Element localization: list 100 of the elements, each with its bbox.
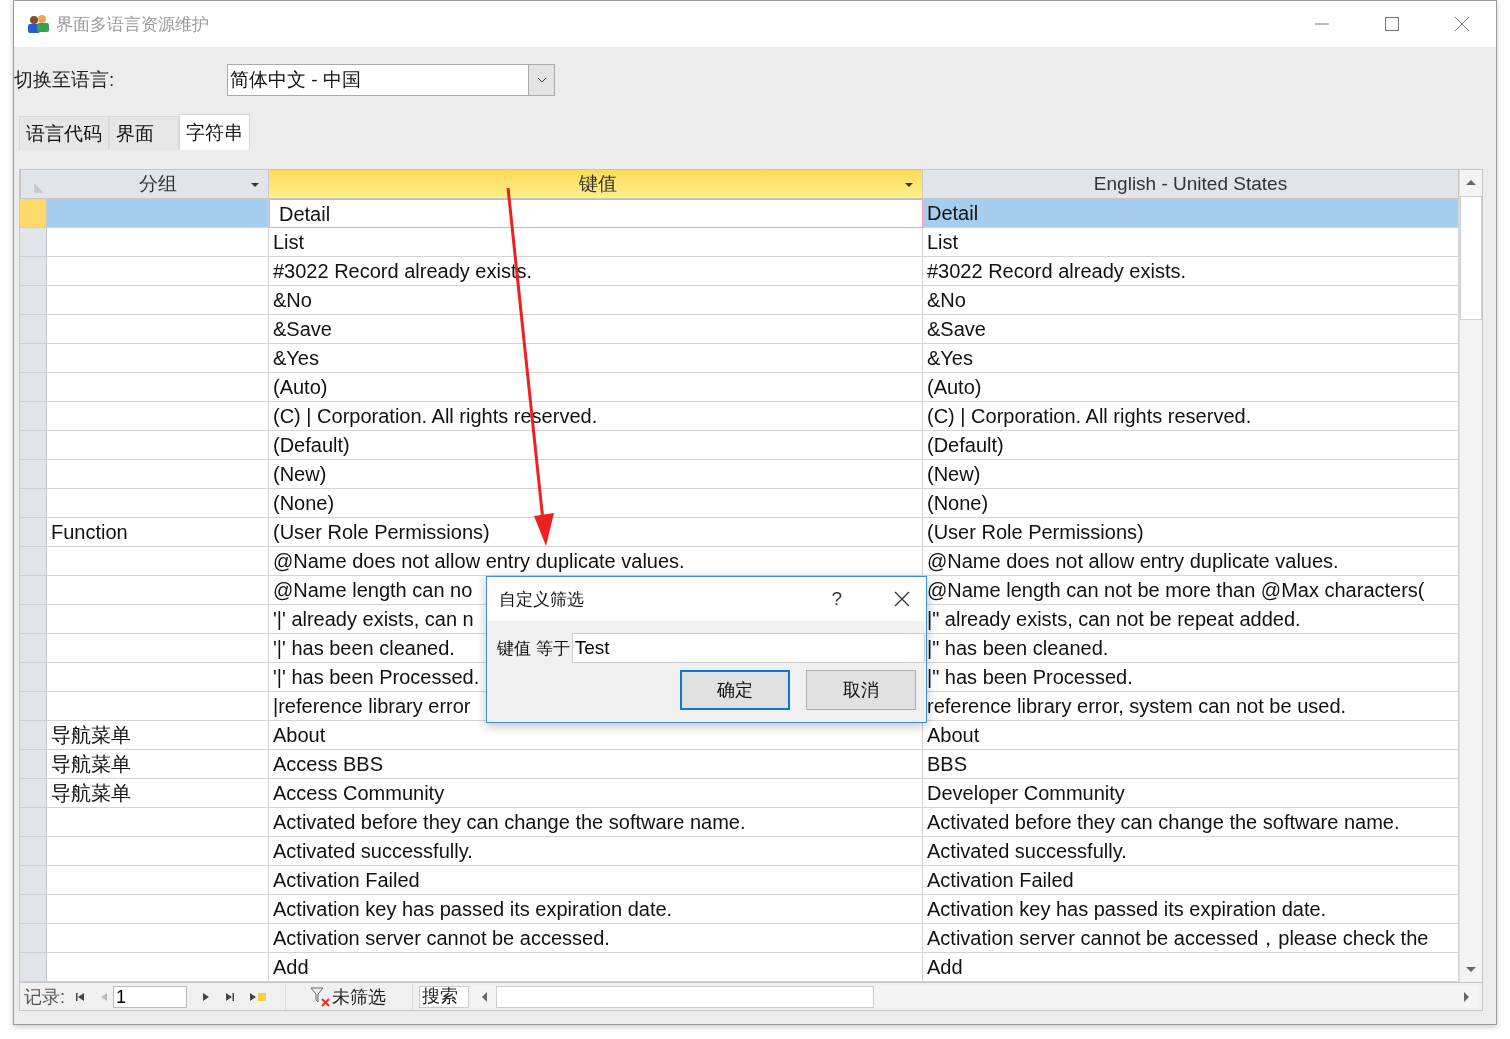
row-selector[interactable] xyxy=(20,199,47,228)
row-selector[interactable] xyxy=(20,721,47,750)
row-selector[interactable] xyxy=(20,286,47,315)
filter-value-field[interactable]: Test xyxy=(571,633,925,663)
scroll-left-icon[interactable] xyxy=(480,990,488,1003)
filter-off-icon xyxy=(310,986,332,1007)
row-selector[interactable] xyxy=(20,663,47,692)
table-cell: Activation server cannot be accessed，please check the xyxy=(923,924,1459,953)
maximize-icon[interactable] xyxy=(1384,16,1400,32)
table-cell: 导航菜单 xyxy=(47,721,269,750)
row-selector[interactable] xyxy=(20,953,47,982)
table-cell: #3022 Record already exists. xyxy=(923,257,1459,286)
horizontal-scrollbar[interactable] xyxy=(472,985,1479,1008)
scrollbar-thumb[interactable] xyxy=(1460,196,1482,320)
table-cell: Detail xyxy=(923,199,1459,228)
table-cell: Activated before they can change the software name. xyxy=(923,808,1459,837)
table-cell: &Save xyxy=(269,315,923,344)
row-selector[interactable] xyxy=(20,344,47,373)
scroll-up-icon[interactable] xyxy=(1465,178,1477,186)
table-cell: &Save xyxy=(923,315,1459,344)
table-cell: &Yes xyxy=(923,344,1459,373)
row-selector[interactable] xyxy=(20,315,47,344)
dropdown-arrow-icon[interactable] xyxy=(250,182,260,188)
dialog-button[interactable]: 确定 xyxy=(680,670,790,710)
previous-record-icon[interactable] xyxy=(99,991,109,1002)
dropdown-arrow-icon[interactable] xyxy=(904,182,914,188)
table-cell: BBS xyxy=(923,750,1459,779)
row-selector[interactable] xyxy=(20,605,47,634)
table-cell: (None) xyxy=(923,489,1459,518)
row-selector[interactable] xyxy=(20,547,47,576)
table-cell: Activation key has passed its expiration date. xyxy=(923,895,1459,924)
scrollbar-thumb[interactable] xyxy=(496,985,874,1008)
table-cell: About xyxy=(923,721,1459,750)
table-cell: Activation Failed xyxy=(923,866,1459,895)
row-selector[interactable] xyxy=(20,692,47,721)
vertical-scrollbar[interactable] xyxy=(1459,170,1482,982)
language-dropdown[interactable]: 简体中文 - 中国 xyxy=(227,64,555,96)
table-cell: (Auto) xyxy=(269,373,923,402)
next-record-icon[interactable] xyxy=(201,991,211,1002)
row-selector[interactable] xyxy=(20,924,47,953)
new-record-icon[interactable] xyxy=(249,991,267,1002)
row-selector[interactable] xyxy=(20,257,47,286)
row-selector[interactable] xyxy=(20,750,47,779)
column-header[interactable]: 键值 xyxy=(269,170,923,199)
search-field[interactable]: 搜索 xyxy=(419,985,469,1008)
row-selector[interactable] xyxy=(20,402,47,431)
scroll-right-icon[interactable] xyxy=(1463,990,1471,1003)
row-selector[interactable] xyxy=(20,866,47,895)
close-icon[interactable] xyxy=(894,591,910,607)
table-cell: (C) | Corporation. All rights reserved. xyxy=(923,402,1459,431)
tab[interactable]: 字符串 xyxy=(179,114,250,150)
table-cell: Add xyxy=(923,953,1459,982)
dialog-button[interactable]: 取消 xyxy=(806,670,916,710)
row-selector[interactable] xyxy=(20,431,47,460)
table-cell: (New) xyxy=(923,460,1459,489)
corner-triangle-icon xyxy=(33,182,45,194)
table-cell: (User Role Permissions) xyxy=(923,518,1459,547)
scroll-down-icon[interactable] xyxy=(1465,966,1477,974)
row-selector[interactable] xyxy=(20,634,47,663)
tab[interactable]: 语言代码 xyxy=(19,116,109,150)
tab[interactable]: 界面 xyxy=(109,116,179,150)
row-selector[interactable] xyxy=(20,779,47,808)
record-number-field[interactable]: 1 xyxy=(113,985,187,1008)
row-selector[interactable] xyxy=(20,808,47,837)
table-cell: 导航菜单 xyxy=(47,779,269,808)
select-all-corner[interactable] xyxy=(20,170,47,199)
table-cell: (Default) xyxy=(269,431,923,460)
row-selector[interactable] xyxy=(20,518,47,547)
row-selector[interactable] xyxy=(20,228,47,257)
filter-label: 键值 等于 xyxy=(497,637,570,660)
table-cell: &No xyxy=(923,286,1459,315)
table-cell: @Name does not allow entry duplicate values. xyxy=(923,547,1459,576)
table-cell: Access Community xyxy=(269,779,923,808)
row-selector[interactable] xyxy=(20,576,47,605)
table-cell: Access BBS xyxy=(269,750,923,779)
record-label: 记录: xyxy=(24,985,65,1009)
row-selector[interactable] xyxy=(20,837,47,866)
table-cell: &Yes xyxy=(269,344,923,373)
table-cell: Detail xyxy=(269,199,923,228)
column-header[interactable]: 分组 xyxy=(47,170,269,199)
table-cell: Developer Community xyxy=(923,779,1459,808)
row-selector[interactable] xyxy=(20,489,47,518)
table-cell: Activation server cannot be accessed. xyxy=(269,924,923,953)
table-cell: List xyxy=(923,228,1459,257)
last-record-icon[interactable] xyxy=(225,991,235,1002)
table-cell: (Default) xyxy=(923,431,1459,460)
table-cell: List xyxy=(269,228,923,257)
column-header[interactable]: English - United States xyxy=(923,170,1459,199)
chevron-down-icon xyxy=(535,76,548,84)
table-cell: 导航菜单 xyxy=(47,750,269,779)
row-selector[interactable] xyxy=(20,373,47,402)
filter-status-button[interactable]: 未筛选 xyxy=(285,983,413,1010)
row-selector[interactable] xyxy=(20,895,47,924)
language-label: 切换至语言: xyxy=(14,68,116,92)
table-cell: (Auto) xyxy=(923,373,1459,402)
table-cell: &No xyxy=(269,286,923,315)
window-title: 界面多语言资源维护 xyxy=(56,13,209,36)
first-record-icon[interactable] xyxy=(75,991,85,1002)
row-selector[interactable] xyxy=(20,460,47,489)
table-cell: Activation key has passed its expiration date. xyxy=(269,895,923,924)
